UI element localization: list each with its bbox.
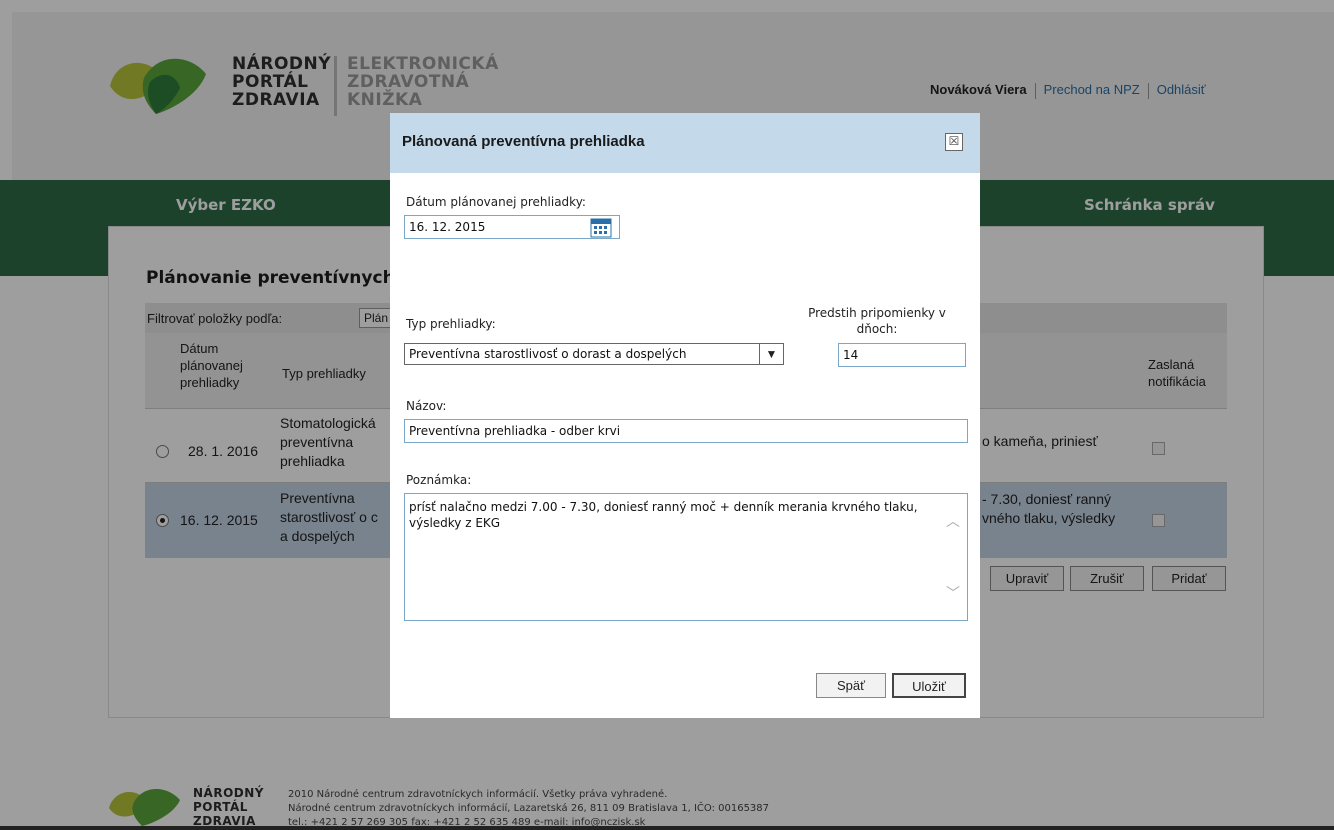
scrollbar-up-icon[interactable]: ︿ [946, 511, 960, 531]
date-input[interactable]: 16. 12. 2015 [404, 215, 620, 239]
note-label: Poznámka: [406, 473, 472, 487]
bottom-edge [0, 826, 1334, 830]
dialog-title: Plánovaná preventívna prehliadka [402, 133, 645, 150]
back-button[interactable]: Späť [816, 673, 886, 698]
name-label: Názov: [406, 399, 447, 413]
type-label: Typ prehliadky: [406, 317, 496, 331]
chevron-down-icon[interactable]: ▼ [759, 344, 783, 364]
planned-checkup-dialog: Plánovaná preventívna prehliadka ☒ Dátum… [390, 113, 980, 718]
calendar-icon[interactable] [590, 218, 612, 238]
advance-label-l1: Predstih pripomienky v [808, 306, 946, 320]
date-label: Dátum plánovanej prehliadky: [406, 195, 586, 209]
page: NÁRODNÝ PORTÁL ZDRAVIA ELEKTRONICKÁ ZDRA… [0, 0, 1334, 830]
type-select[interactable]: Preventívna starostlivosť o dorast a dos… [404, 343, 784, 365]
name-input[interactable]: Preventívna prehliadka - odber krvi [404, 419, 968, 443]
advance-days-input[interactable]: 14 [838, 343, 966, 367]
close-icon[interactable]: ☒ [945, 133, 963, 151]
note-textarea[interactable]: prísť nalačno medzi 7.00 - 7.30, doniesť… [404, 493, 968, 621]
advance-label: Predstih pripomienky v dňoch: [804, 305, 950, 337]
advance-label-l2: dňoch: [856, 322, 898, 336]
scrollbar-down-icon[interactable]: ﹀ [946, 583, 960, 603]
save-button[interactable]: Uložiť [892, 673, 966, 698]
